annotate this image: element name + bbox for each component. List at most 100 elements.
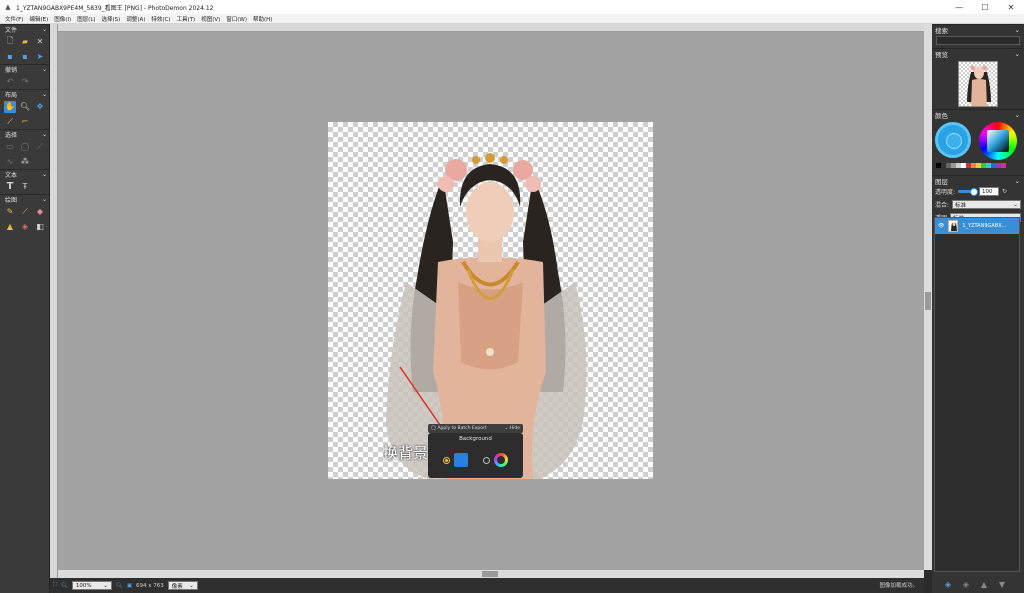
menu-file[interactable]: 文件(F): [5, 15, 23, 23]
save-as-icon[interactable]: ▪: [19, 51, 31, 63]
panel-layers-header[interactable]: 图层 ⌄: [932, 175, 1024, 186]
color-wheel-icon[interactable]: [494, 453, 508, 467]
chevron-down-icon: ⌄: [41, 196, 47, 203]
background-popup: Background: [428, 433, 523, 478]
menu-effects[interactable]: 特效(C): [151, 15, 170, 23]
redo-icon[interactable]: ↷: [19, 76, 31, 88]
color-background-radio[interactable]: [483, 457, 490, 464]
panel-preview-header[interactable]: 预览 ⌄: [932, 48, 1024, 59]
status-message: 图像加载成功。: [879, 583, 918, 589]
menu-help[interactable]: 帮助(H): [253, 15, 272, 23]
move-layer-up-icon[interactable]: ▲: [978, 579, 990, 589]
open-folder-icon[interactable]: ▰: [19, 36, 31, 48]
clone-stamp-icon[interactable]: ▲: [4, 221, 16, 233]
export-icon[interactable]: ➤: [34, 51, 46, 63]
undo-tools-row: ↶ ↷: [0, 74, 49, 89]
window-controls: — ☐ ✕: [946, 0, 1024, 14]
paint-tools-row-2: ▲ ◈ ◧: [0, 219, 49, 234]
section-undo[interactable]: 撤销 ⌄: [0, 64, 49, 74]
move-layer-down-icon[interactable]: ▼: [996, 579, 1008, 589]
panel-color-header[interactable]: 颜色 ⌄: [932, 109, 1024, 120]
save-icon[interactable]: ▪: [4, 51, 16, 63]
vertical-scrollbar[interactable]: [924, 24, 932, 570]
section-paint[interactable]: 绘图 ⌄: [0, 194, 49, 204]
vertical-scroll-thumb[interactable]: [925, 292, 931, 310]
popup-title: Background: [459, 436, 492, 442]
image-background-radio[interactable]: [443, 457, 450, 464]
panel-search-header[interactable]: 搜索 ⌄: [932, 24, 1024, 35]
preview-thumbnail[interactable]: [958, 61, 998, 107]
new-file-icon[interactable]: 🗋: [4, 36, 16, 48]
hand-tool-icon[interactable]: ✋: [4, 100, 16, 113]
horizontal-scroll-thumb[interactable]: [482, 571, 498, 577]
gradient-icon[interactable]: ◧: [34, 221, 46, 233]
blend-mode-value: 标准: [955, 202, 967, 209]
unit-select[interactable]: 像素 ⌄: [167, 581, 198, 590]
layers-label: 图层: [935, 177, 948, 186]
menu-view[interactable]: 视图(V): [201, 15, 220, 23]
horizontal-scrollbar[interactable]: [58, 570, 924, 578]
undo-icon[interactable]: ↶: [4, 76, 16, 88]
zoom-out-icon[interactable]: 🔍︎: [61, 583, 68, 589]
search-input[interactable]: [936, 36, 1020, 45]
text-tool-icon[interactable]: T: [4, 181, 16, 193]
maximize-button[interactable]: ☐: [972, 0, 998, 14]
minimize-button[interactable]: —: [946, 0, 972, 14]
apply-batch-export-toggle[interactable]: ◯ Apply to Batch Export: [431, 426, 487, 431]
image-canvas[interactable]: 换背景 ◯ Apply to Batch Export ⌄ Hide Backg…: [328, 122, 653, 479]
fill-bucket-icon[interactable]: ◈: [19, 221, 31, 233]
section-layout[interactable]: 布局 ⌄: [0, 89, 49, 99]
fit-to-window-icon[interactable]: ⛶: [53, 582, 57, 589]
layer-row[interactable]: 👁︎ 1_YZTAN9GABX...: [935, 218, 1019, 234]
add-layer-icon[interactable]: ◈: [942, 579, 954, 589]
file-tools-row-1: 🗋 ▰ ✕: [0, 34, 49, 49]
section-text-label: 文本: [5, 172, 18, 179]
primary-color-wheel[interactable]: [935, 122, 971, 158]
magic-wand-icon[interactable]: ⁂: [19, 156, 31, 168]
image-background-icon[interactable]: [454, 453, 468, 467]
menu-window[interactable]: 窗口(W): [226, 15, 247, 23]
section-undo-label: 撤销: [5, 67, 18, 74]
layer-list[interactable]: 👁︎ 1_YZTAN9GABX...: [934, 217, 1020, 572]
opacity-slider[interactable]: [958, 188, 979, 196]
close-button[interactable]: ✕: [998, 0, 1024, 14]
blend-label: 混合:: [935, 202, 950, 209]
opacity-input[interactable]: 100: [979, 187, 1000, 196]
select-tools-row-2: ∿ ⁂: [0, 154, 49, 169]
crop-tool-icon[interactable]: ⌐: [19, 116, 31, 128]
ellipse-select-icon[interactable]: ◯: [19, 141, 31, 153]
lasso-select-icon[interactable]: ∿: [4, 156, 16, 168]
blend-mode-select[interactable]: 标准 ⌄: [952, 200, 1021, 209]
zoom-tool-icon[interactable]: 🔍︎: [19, 101, 31, 113]
section-text[interactable]: 文本 ⌄: [0, 169, 49, 179]
menu-tools[interactable]: 工具(T): [177, 15, 196, 23]
reset-icon[interactable]: ↻: [1002, 188, 1007, 195]
menu-layer[interactable]: 图层(L): [77, 15, 95, 23]
line-select-icon[interactable]: ⟋: [34, 141, 46, 153]
image-size-icon: ▣: [126, 582, 133, 589]
close-image-icon[interactable]: ✕: [34, 36, 46, 48]
opacity-label: 透明度:: [935, 189, 956, 196]
color-picker-icon[interactable]: ⟋: [4, 116, 16, 128]
hue-wheel[interactable]: [979, 122, 1017, 160]
menu-adjust[interactable]: 调整(A): [126, 15, 145, 23]
eye-icon[interactable]: 👁︎: [938, 223, 944, 229]
duplicate-layer-icon[interactable]: ◈: [960, 579, 972, 589]
canvas-area[interactable]: 换背景 ◯ Apply to Batch Export ⌄ Hide Backg…: [58, 32, 924, 570]
brush-icon[interactable]: ⟋: [19, 206, 31, 218]
eraser-icon[interactable]: ◆: [34, 206, 46, 218]
zoom-select[interactable]: 100% ⌄: [71, 581, 112, 590]
typography-tool-icon[interactable]: Ŧ: [19, 181, 31, 193]
search-label: 搜索: [935, 26, 948, 35]
hide-button[interactable]: ⌄ Hide: [505, 426, 520, 431]
rect-select-icon[interactable]: ▭: [4, 141, 16, 153]
menu-image[interactable]: 图像(I): [54, 15, 71, 23]
pencil-icon[interactable]: ✎: [4, 206, 16, 218]
color-swatches[interactable]: [936, 163, 1006, 168]
move-tool-icon[interactable]: ✥: [34, 101, 46, 113]
menu-select[interactable]: 选择(S): [102, 15, 121, 23]
section-select[interactable]: 选择 ⌄: [0, 129, 49, 139]
zoom-in-icon[interactable]: 🔍︎: [116, 583, 123, 589]
menu-edit[interactable]: 编辑(E): [29, 15, 48, 23]
section-file[interactable]: 文件 ⌄: [0, 24, 49, 34]
